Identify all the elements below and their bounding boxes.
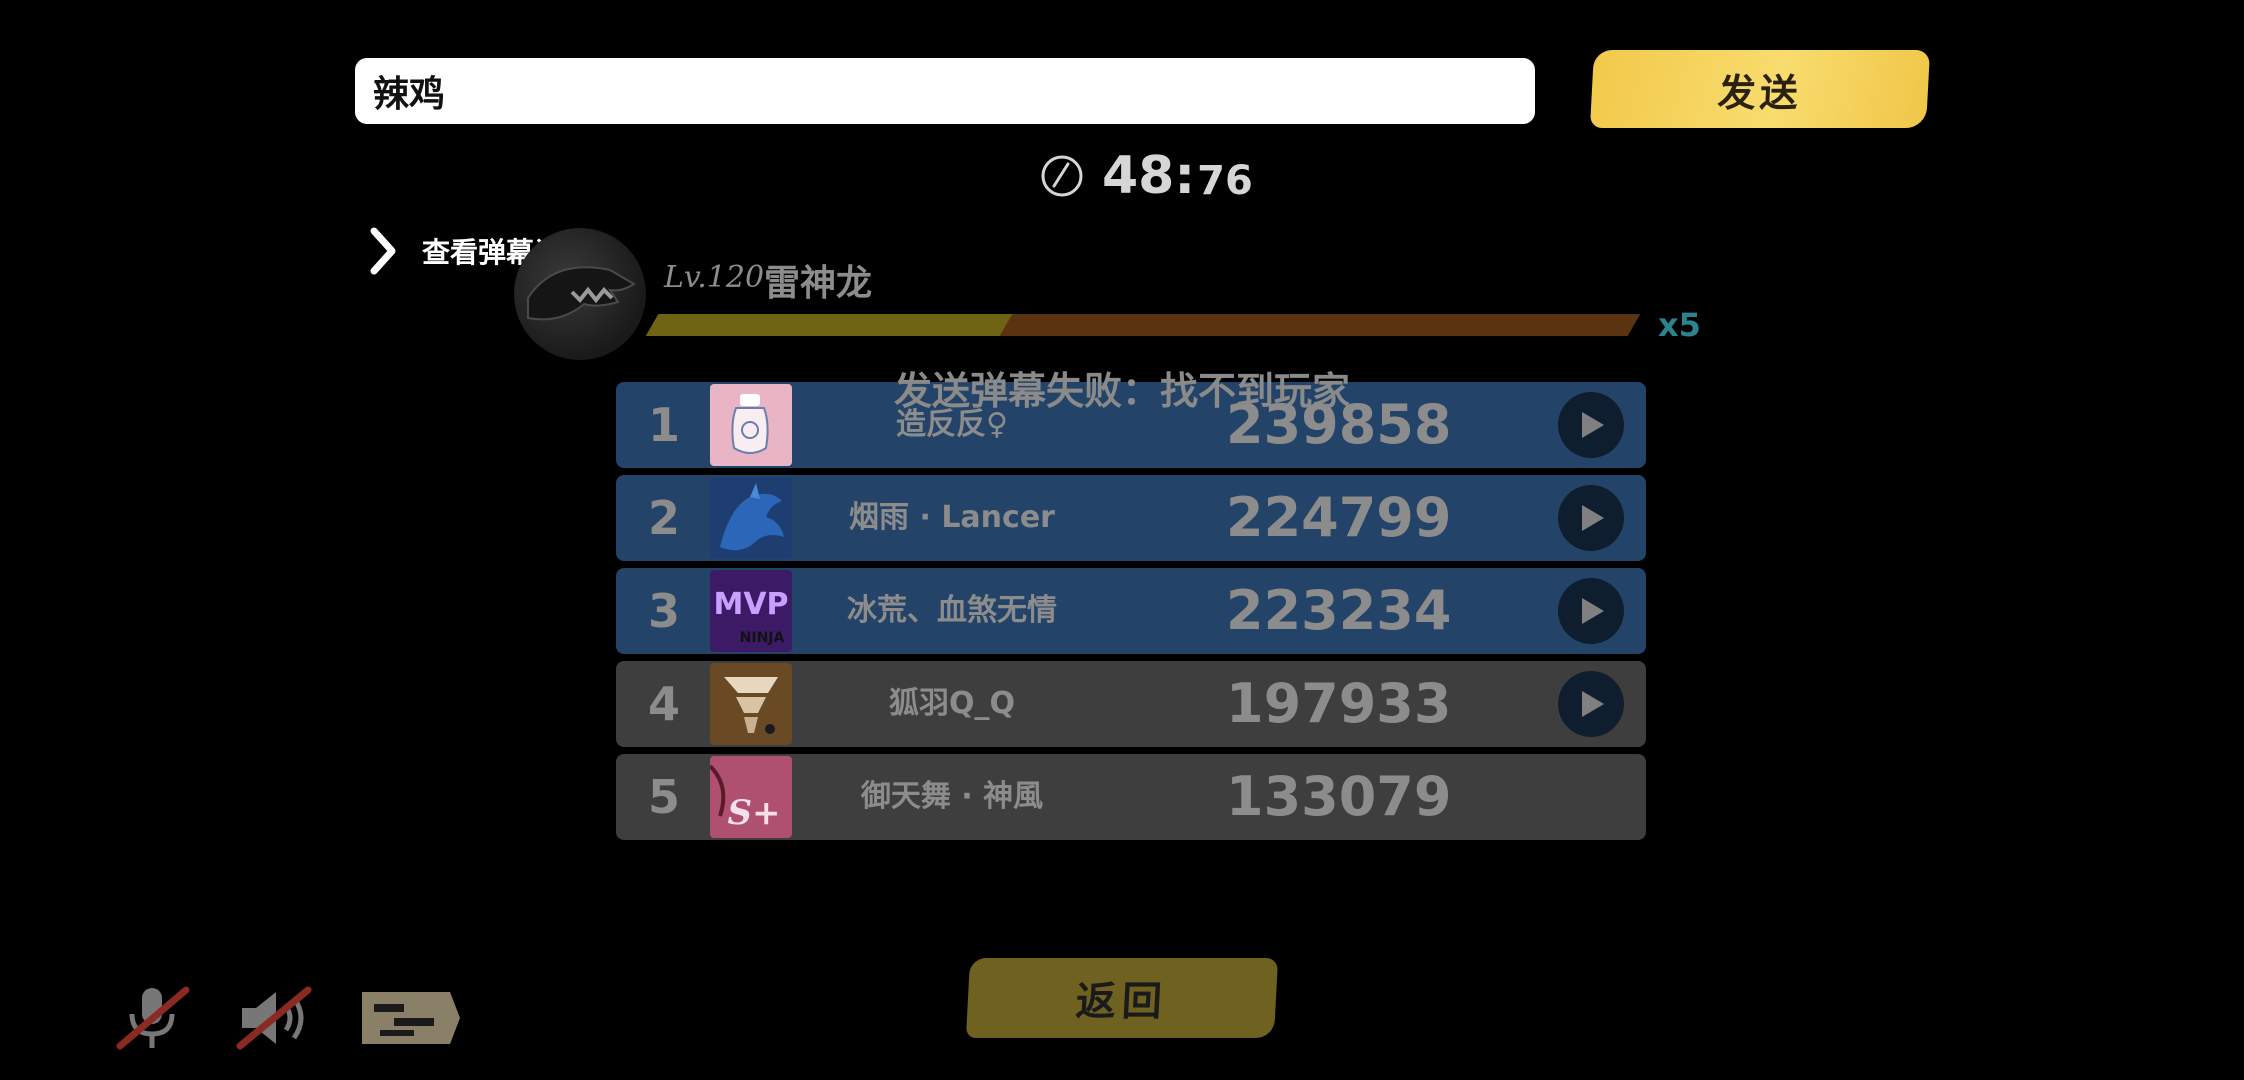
boss-hp-fill xyxy=(645,314,1012,336)
blue-dragon-avatar xyxy=(710,477,792,559)
play-icon xyxy=(1582,505,1604,531)
sakura-s-avatar: S+ xyxy=(710,756,792,838)
back-button-label: 返回 xyxy=(1074,979,1169,1025)
player-score: 223234 xyxy=(1226,579,1452,642)
player-score: 197933 xyxy=(1226,672,1452,735)
mvp-ninja-avatar: MVP NINJA xyxy=(710,570,792,652)
timer-fraction: 76 xyxy=(1197,158,1253,204)
timer-icon xyxy=(1041,155,1083,197)
rank-number: 4 xyxy=(647,677,680,731)
mvp-logo-icon: MVP NINJA xyxy=(713,587,788,646)
leaderboard-row: 2 烟雨 · Lancer 224799 xyxy=(616,475,1646,561)
play-icon xyxy=(1582,598,1604,624)
dragon-head-icon xyxy=(527,266,636,321)
danmaku-toggle-icon xyxy=(362,992,460,1044)
dragon-icon xyxy=(720,483,784,551)
rank-number: 2 xyxy=(647,491,680,545)
boss-avatar xyxy=(514,228,646,360)
back-button[interactable]: 返回 xyxy=(965,958,1279,1038)
chevron-right-icon xyxy=(370,227,396,275)
player-name: 烟雨 · Lancer xyxy=(849,500,1055,535)
sakura-s-icon: S+ xyxy=(710,764,781,833)
microphone-muted-icon xyxy=(116,986,190,1050)
ninja-logo-text: NINJA xyxy=(740,630,785,646)
send-button-label: 发送 xyxy=(1716,70,1803,115)
player-name: 御天舞 · 神風 xyxy=(860,779,1044,814)
leaderboard-row: 3 MVP NINJA 冰荒、血煞无情 223234 xyxy=(616,568,1646,654)
replay-button[interactable] xyxy=(1558,671,1624,737)
s-plus-text: S+ xyxy=(727,793,780,833)
player-score: 133079 xyxy=(1226,765,1452,828)
boss-hp-bar xyxy=(645,314,1641,336)
player-name: 狐羽Q_Q xyxy=(888,686,1015,721)
player-score: 224799 xyxy=(1226,486,1452,549)
rank-number: 5 xyxy=(647,770,680,824)
boss-name: 雷神龙 xyxy=(764,263,873,304)
timer-seconds: 48: xyxy=(1102,146,1196,206)
player-name: 冰荒、血煞无情 xyxy=(847,593,1057,628)
send-failed-toast: 发送弹幕失败：找不到玩家 xyxy=(893,369,1350,413)
countdown-timer: 48: 76 xyxy=(1040,146,1253,206)
rank-number: 3 xyxy=(647,584,680,638)
hp-bar-multiplier: x5 xyxy=(1658,306,1701,344)
leaderboard-row: 4 狐羽Q_Q 197933 xyxy=(616,661,1646,747)
tornado-icon xyxy=(724,677,778,734)
mic-toggle-button[interactable] xyxy=(110,980,194,1056)
danmaku-input[interactable] xyxy=(355,58,1535,124)
leaderboard-row: 5 S+ 御天舞 · 神風 133079 xyxy=(616,754,1646,840)
game-screen: 发送 48: 76 查看弹幕记录 Lv.120 雷神龙 x5 发送弹幕失败：找不… xyxy=(0,0,2244,1080)
sound-toggle-button[interactable] xyxy=(232,980,316,1056)
speaker-muted-icon xyxy=(236,986,312,1050)
replay-button[interactable] xyxy=(1558,578,1624,644)
boss-level: Lv.120 xyxy=(664,260,765,295)
danmaku-toggle-button[interactable] xyxy=(354,980,464,1056)
replay-button[interactable] xyxy=(1558,485,1624,551)
tornado-avatar xyxy=(710,663,792,745)
play-icon xyxy=(1582,691,1604,717)
mvp-logo-text: MVP xyxy=(713,587,788,622)
send-button[interactable]: 发送 xyxy=(1589,50,1931,128)
